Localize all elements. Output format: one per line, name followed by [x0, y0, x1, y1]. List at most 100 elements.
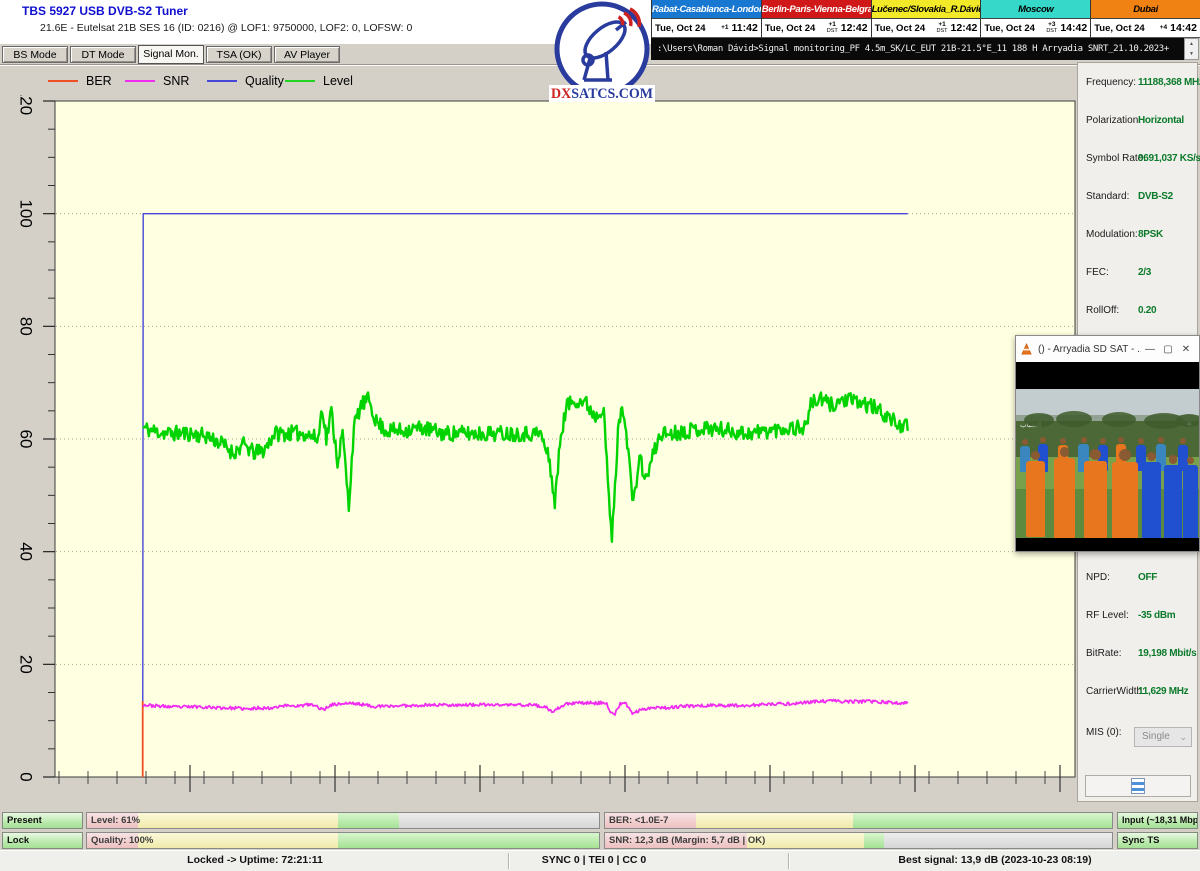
clock-city-label: Dubai	[1091, 0, 1200, 19]
clock-time: 14:42	[1170, 22, 1197, 34]
param-value: -35 dBm	[1138, 610, 1175, 621]
param-label: Polarization:	[1086, 115, 1141, 126]
person-shape	[1054, 447, 1075, 538]
snr-meter: SNR: 12,3 dB (Margin: 5,7 dB | OK)	[604, 832, 1113, 849]
meter-segment-empty	[399, 813, 599, 828]
vlc-window: () - Arryadia SD SAT - ... — ▢ ✕ الشباب …	[1015, 335, 1200, 552]
person-shape	[1084, 449, 1107, 538]
tree-shape	[1176, 414, 1199, 427]
clock-column-1: Berlin-Paris-Vienna-BelgradeTue, Oct 24+…	[762, 0, 872, 38]
clock-time: 11:42	[732, 22, 758, 34]
legend-label: Level	[323, 74, 353, 88]
app-subtitle: 21.6E - Eutelsat 21B SES 16 (ID: 0216) @…	[40, 22, 412, 34]
clock-utc-offset: +3DST	[1046, 22, 1057, 34]
param-label: Standard:	[1086, 191, 1129, 202]
meter-segment-green	[853, 813, 1112, 828]
scroll-down-icon[interactable]: ▼	[1185, 49, 1198, 59]
legend-item-quality: Quality	[207, 74, 284, 88]
param-label: Modulation:	[1086, 229, 1138, 240]
meter-segment-empty	[884, 833, 1112, 848]
clock-city-label: Moscow	[981, 0, 1090, 19]
lock-badge: Lock	[2, 832, 83, 849]
legend-line-sample	[48, 80, 78, 82]
legend-label: Quality	[245, 74, 284, 88]
input-badge: Input (~18,31 Mbps)	[1117, 812, 1198, 829]
meter-segment-green	[338, 813, 399, 828]
param-value: 2/3	[1138, 267, 1151, 278]
legend-item-level: Level	[285, 74, 353, 88]
legend-label: BER	[86, 74, 112, 88]
mis-value: Single	[1142, 731, 1170, 742]
svg-text:120: 120	[17, 95, 36, 115]
legend-label: SNR	[163, 74, 189, 88]
statusbar-separator	[788, 853, 789, 869]
svg-text:80: 80	[17, 317, 36, 336]
person-shape	[1026, 451, 1045, 537]
console-line[interactable]: :\Users\Roman Dávid>Signal monitoring_PF…	[651, 38, 1184, 60]
mis-select[interactable]: Single ⌄	[1134, 727, 1192, 747]
clock-utc-offset: +1	[721, 25, 728, 32]
sync-status: SYNC 0 | TEI 0 | CC 0	[542, 854, 647, 866]
vlc-titlebar[interactable]: () - Arryadia SD SAT - ... — ▢ ✕	[1016, 336, 1199, 362]
tab-signal-mon[interactable]: Signal Mon.	[138, 45, 204, 64]
param-label: FEC:	[1086, 267, 1109, 278]
param-label: Frequency:	[1086, 77, 1136, 88]
param-value: 19,198 Mbit/s	[1138, 648, 1196, 659]
param-value: DVB-S2	[1138, 191, 1173, 202]
meter-segment-yellow	[696, 813, 853, 828]
tab-dt-mode[interactable]: DT Mode	[70, 46, 136, 63]
legend-item-ber: BER	[48, 74, 112, 88]
svg-text:20: 20	[17, 655, 36, 674]
app-title: TBS 5927 USB DVB-S2 Tuner	[22, 4, 188, 18]
tab-av-player[interactable]: AV Player	[274, 46, 340, 63]
meter-segment-yellow	[138, 813, 338, 828]
clock-date: Tue, Oct 24	[984, 23, 1035, 34]
clock-time-row: Tue, Oct 24+1DST12:42	[762, 19, 871, 37]
vlc-video-scene: الشباب ✶	[1016, 389, 1199, 538]
meter-segments	[605, 813, 1112, 828]
param-value: Horizontal	[1138, 115, 1184, 126]
legend-line-sample	[207, 80, 237, 82]
clock-date: Tue, Oct 24	[1094, 23, 1145, 34]
vlc-minimize-button[interactable]: —	[1141, 344, 1159, 355]
legend-line-sample	[285, 80, 315, 82]
param-label: NPD:	[1086, 572, 1110, 583]
clock-city-label: Berlin-Paris-Vienna-Belgrade	[762, 0, 871, 19]
svg-text:40: 40	[17, 542, 36, 561]
param-label: CarrierWidth:	[1086, 686, 1145, 697]
vlc-maximize-button[interactable]: ▢	[1159, 344, 1177, 355]
meter-segment-green	[338, 833, 599, 848]
vlc-close-button[interactable]: ✕	[1177, 344, 1195, 355]
clock-column-2: Lučenec/Slovakia_R.DávidTue, Oct 24+1DST…	[872, 0, 982, 38]
clock-date: Tue, Oct 24	[765, 23, 816, 34]
clock-utc-offset: +4	[1160, 25, 1167, 32]
person-shape	[1164, 455, 1182, 538]
chevron-down-icon: ⌄	[1179, 728, 1187, 746]
svg-text:0: 0	[17, 772, 36, 781]
clock-time-row: Tue, Oct 24+1DST12:42	[872, 19, 981, 37]
svg-text:100: 100	[17, 199, 36, 227]
clock-utc-offset: +1DST	[937, 22, 948, 34]
svg-text:60: 60	[17, 430, 36, 449]
uptime-status: Locked -> Uptime: 72:21:11	[187, 854, 323, 866]
tab-bs-mode[interactable]: BS Mode	[2, 46, 68, 63]
legend-line-sample	[125, 80, 155, 82]
mis-label: MIS (0):	[1086, 727, 1122, 738]
vlc-cone-icon	[1020, 343, 1033, 356]
level-meter: Level: 61%	[86, 812, 600, 829]
clock-column-0: Rabat-Casablanca-LondonTue, Oct 24+111:4…	[652, 0, 762, 38]
clock-time: 14:42	[1060, 22, 1087, 34]
clock-time: 12:42	[841, 22, 868, 34]
clock-time: 12:42	[951, 22, 978, 34]
clock-column-4: Dubai Tue, Oct 24 +414:42	[1091, 0, 1200, 38]
clock-time-row: Tue, Oct 24 +3DST14:42	[981, 19, 1090, 37]
statusbar-separator	[508, 853, 509, 869]
param-label: BitRate:	[1086, 648, 1122, 659]
console-scrollbar[interactable]: ▲ ▼	[1184, 38, 1199, 60]
ts-list-button[interactable]	[1085, 775, 1191, 797]
scroll-up-icon[interactable]: ▲	[1185, 39, 1198, 49]
vlc-video[interactable]: الشباب ✶	[1016, 362, 1199, 551]
stack-icon	[1131, 778, 1145, 794]
meter-segment-green	[864, 833, 884, 848]
tab-tsa[interactable]: TSA (OK)	[206, 46, 272, 63]
